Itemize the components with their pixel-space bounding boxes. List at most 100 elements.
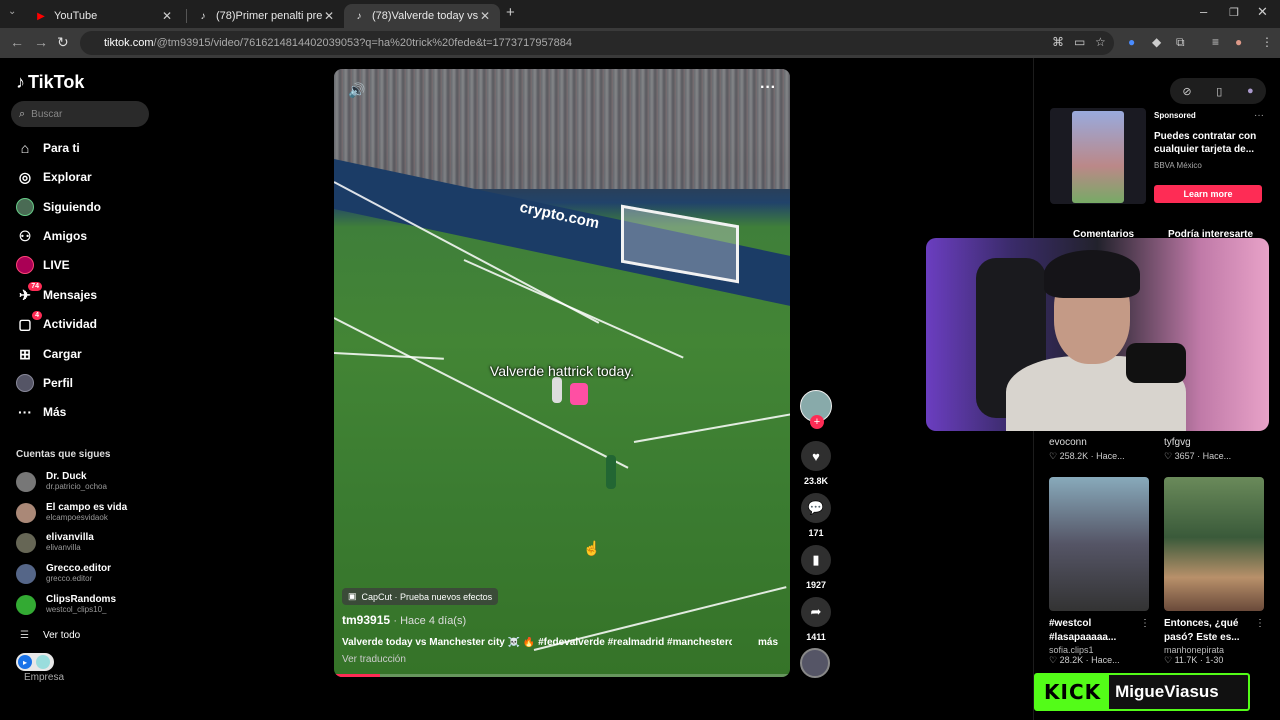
following-section-title: Cuentas que sigues bbox=[16, 449, 111, 460]
tab-tiktok-penalti[interactable]: ♪ (78)Primer penalti presi de Ney ✕ bbox=[188, 4, 344, 28]
following-item[interactable]: ClipsRandoms westcol_clips10_ bbox=[16, 594, 116, 615]
close-icon[interactable]: ✕ bbox=[478, 9, 492, 23]
tab-search-icon[interactable]: ⌄ bbox=[8, 6, 16, 17]
nav-actividad[interactable]: ▢ 4 Actividad bbox=[16, 311, 97, 335]
comment-button[interactable]: 💬 171 bbox=[800, 493, 832, 538]
address-bar-row: ← → ↻ tiktok.com/@tm93915/video/76162148… bbox=[0, 28, 1280, 58]
kick-logo: KICK bbox=[1036, 675, 1110, 709]
avatar bbox=[16, 594, 36, 615]
heart-icon: ♥ bbox=[801, 441, 831, 471]
more-options-icon[interactable]: ··· bbox=[760, 79, 776, 97]
nav-cargar[interactable]: ⊞ Cargar bbox=[16, 343, 82, 365]
footer-empresa-link[interactable]: Empresa bbox=[24, 672, 64, 683]
theme-toggle[interactable]: ▸ bbox=[16, 653, 54, 671]
learn-more-button[interactable]: Learn more bbox=[1154, 185, 1262, 203]
live-icon bbox=[16, 256, 34, 274]
ad-more-icon[interactable]: ··· bbox=[1254, 110, 1264, 121]
nav-mas[interactable]: ··· Más bbox=[16, 401, 66, 423]
nav-perfil[interactable]: Perfil bbox=[16, 372, 73, 394]
more-link[interactable]: más bbox=[758, 637, 778, 648]
share-icon: ➦ bbox=[801, 597, 831, 627]
restore-button[interactable]: ❐ bbox=[1229, 6, 1239, 19]
card-stats: ♡ 3657 · Hace... bbox=[1164, 451, 1232, 461]
kick-stream-badge: KICK MigueViasus bbox=[1034, 673, 1250, 711]
minimize-button[interactable]: – bbox=[1200, 4, 1207, 19]
close-icon[interactable]: ✕ bbox=[160, 9, 174, 23]
extension-icon[interactable]: ◆ bbox=[1152, 35, 1161, 49]
avatar[interactable]: ● bbox=[1247, 85, 1254, 97]
toggle-knob-icon bbox=[36, 655, 50, 669]
nav-explorar[interactable]: ◎ Explorar bbox=[16, 166, 92, 188]
video-progress-bar[interactable] bbox=[334, 674, 790, 677]
card-user[interactable]: tyfgvg bbox=[1164, 437, 1191, 448]
translate-link[interactable]: Ver traducción bbox=[342, 654, 406, 665]
phone-icon[interactable]: ▯ bbox=[1216, 85, 1222, 98]
video-card[interactable]: #westcol #lasapaaaaa... sofia.clips1 ♡ 2… bbox=[1049, 477, 1149, 666]
nav-siguiendo[interactable]: Siguiendo bbox=[16, 196, 101, 218]
window-close-button[interactable]: ✕ bbox=[1257, 4, 1268, 20]
following-item[interactable]: Dr. Duck dr.patricio_ochoa bbox=[16, 471, 107, 492]
save-button[interactable]: ▮ 1927 bbox=[800, 545, 832, 590]
translate-icon[interactable]: ⌘ bbox=[1052, 35, 1064, 49]
share-button[interactable]: ➦ 1411 bbox=[800, 597, 832, 642]
tiktok-logo[interactable]: ♪ TikTok bbox=[16, 72, 84, 93]
music-disc-icon[interactable] bbox=[800, 648, 830, 678]
ad-title[interactable]: Puedes contratar con cualquier tarjeta d… bbox=[1154, 130, 1262, 156]
see-all-link[interactable]: ☰ Ver todo bbox=[20, 630, 80, 641]
cast-icon[interactable]: ▭ bbox=[1074, 35, 1085, 49]
nav-mensajes[interactable]: ✈ 74 Mensajes bbox=[16, 282, 97, 306]
volume-icon[interactable]: 🔊 bbox=[348, 82, 365, 99]
avatar bbox=[16, 471, 36, 492]
avatar bbox=[16, 502, 36, 523]
messages-badge: 74 bbox=[28, 282, 42, 291]
back-icon[interactable]: ← bbox=[10, 34, 24, 50]
card-user[interactable]: evoconn bbox=[1049, 437, 1087, 448]
video-author[interactable]: tm93915 · Hace 4 día(s) bbox=[342, 613, 466, 627]
card-stats: ♡ 258.2K · Hace... bbox=[1049, 451, 1125, 461]
tiktok-icon: ♪ bbox=[16, 72, 25, 92]
tab-tiktok-valverde[interactable]: ♪ (78)Valverde today vs Manches ✕ bbox=[344, 4, 500, 28]
player bbox=[606, 455, 616, 489]
capcut-badge[interactable]: ▣ CapCut · Prueba nuevos efectos bbox=[342, 588, 499, 605]
following-item[interactable]: Grecco.editor grecco.editor bbox=[16, 563, 111, 584]
nav-para-ti[interactable]: ⌂ Para ti bbox=[16, 137, 80, 159]
reload-icon[interactable]: ↻ bbox=[57, 34, 69, 51]
follow-plus-icon[interactable]: + bbox=[810, 415, 824, 429]
avatar bbox=[16, 532, 36, 553]
ad-brand: BBVA México bbox=[1154, 161, 1202, 170]
following-item[interactable]: elivanvilla elivanvilla bbox=[16, 532, 94, 553]
streamer-hair bbox=[1044, 250, 1140, 298]
browser-tab-strip: ⌄ ▶ YouTube ✕ ♪ (78)Primer penalti presi… bbox=[0, 0, 1280, 28]
compass-icon[interactable]: ⊘ bbox=[1182, 85, 1191, 98]
new-tab-button[interactable]: + bbox=[506, 4, 515, 21]
search-input[interactable]: ⌕ Buscar bbox=[11, 101, 149, 127]
tab-youtube[interactable]: ▶ YouTube ✕ bbox=[26, 4, 182, 28]
nav-live[interactable]: LIVE bbox=[16, 254, 70, 276]
like-button[interactable]: ♥ 23.8K bbox=[800, 441, 832, 486]
video-card[interactable]: Entonces, ¿qué pasó? Este es... manhonep… bbox=[1164, 477, 1264, 666]
sidebar: ♪ TikTok ⌕ Buscar ⌂ Para ti ◎ Explorar S… bbox=[0, 58, 160, 720]
bookmark-star-icon[interactable]: ☆ bbox=[1095, 35, 1106, 49]
progress-fill bbox=[334, 674, 380, 677]
following-avatar-icon bbox=[16, 198, 34, 216]
following-item[interactable]: El campo es vida elcampoesvidaok bbox=[16, 502, 127, 523]
card-more-icon[interactable]: ⋮ bbox=[1140, 618, 1150, 629]
puzzle-icon[interactable]: ⧉ bbox=[1176, 35, 1185, 50]
search-icon: ⌕ bbox=[19, 107, 26, 120]
goalkeeper bbox=[570, 383, 588, 405]
card-thumbnail bbox=[1164, 477, 1264, 611]
profile-avatar[interactable]: ● bbox=[1235, 35, 1242, 49]
card-more-icon[interactable]: ⋮ bbox=[1255, 618, 1265, 629]
right-toolbar: ⊘ ▯ ● bbox=[1170, 78, 1266, 104]
video-player[interactable]: crypto.com Valverde hattrick today. 🔊 ··… bbox=[334, 69, 790, 677]
reading-list-icon[interactable]: ≡ bbox=[1212, 35, 1219, 49]
forward-icon[interactable]: → bbox=[34, 34, 48, 50]
microphone-icon bbox=[1126, 343, 1186, 383]
extension-icon[interactable]: ● bbox=[1128, 35, 1135, 49]
menu-icon[interactable]: ⋮ bbox=[1261, 35, 1273, 49]
nav-amigos[interactable]: ⚇ Amigos bbox=[16, 225, 87, 247]
close-icon[interactable]: ✕ bbox=[322, 9, 336, 23]
url-input[interactable]: tiktok.com/@tm93915/video/76162148144020… bbox=[80, 31, 1114, 55]
ad-thumbnail[interactable] bbox=[1072, 111, 1124, 203]
video-caption-overlay: Valverde hattrick today. bbox=[489, 363, 635, 379]
